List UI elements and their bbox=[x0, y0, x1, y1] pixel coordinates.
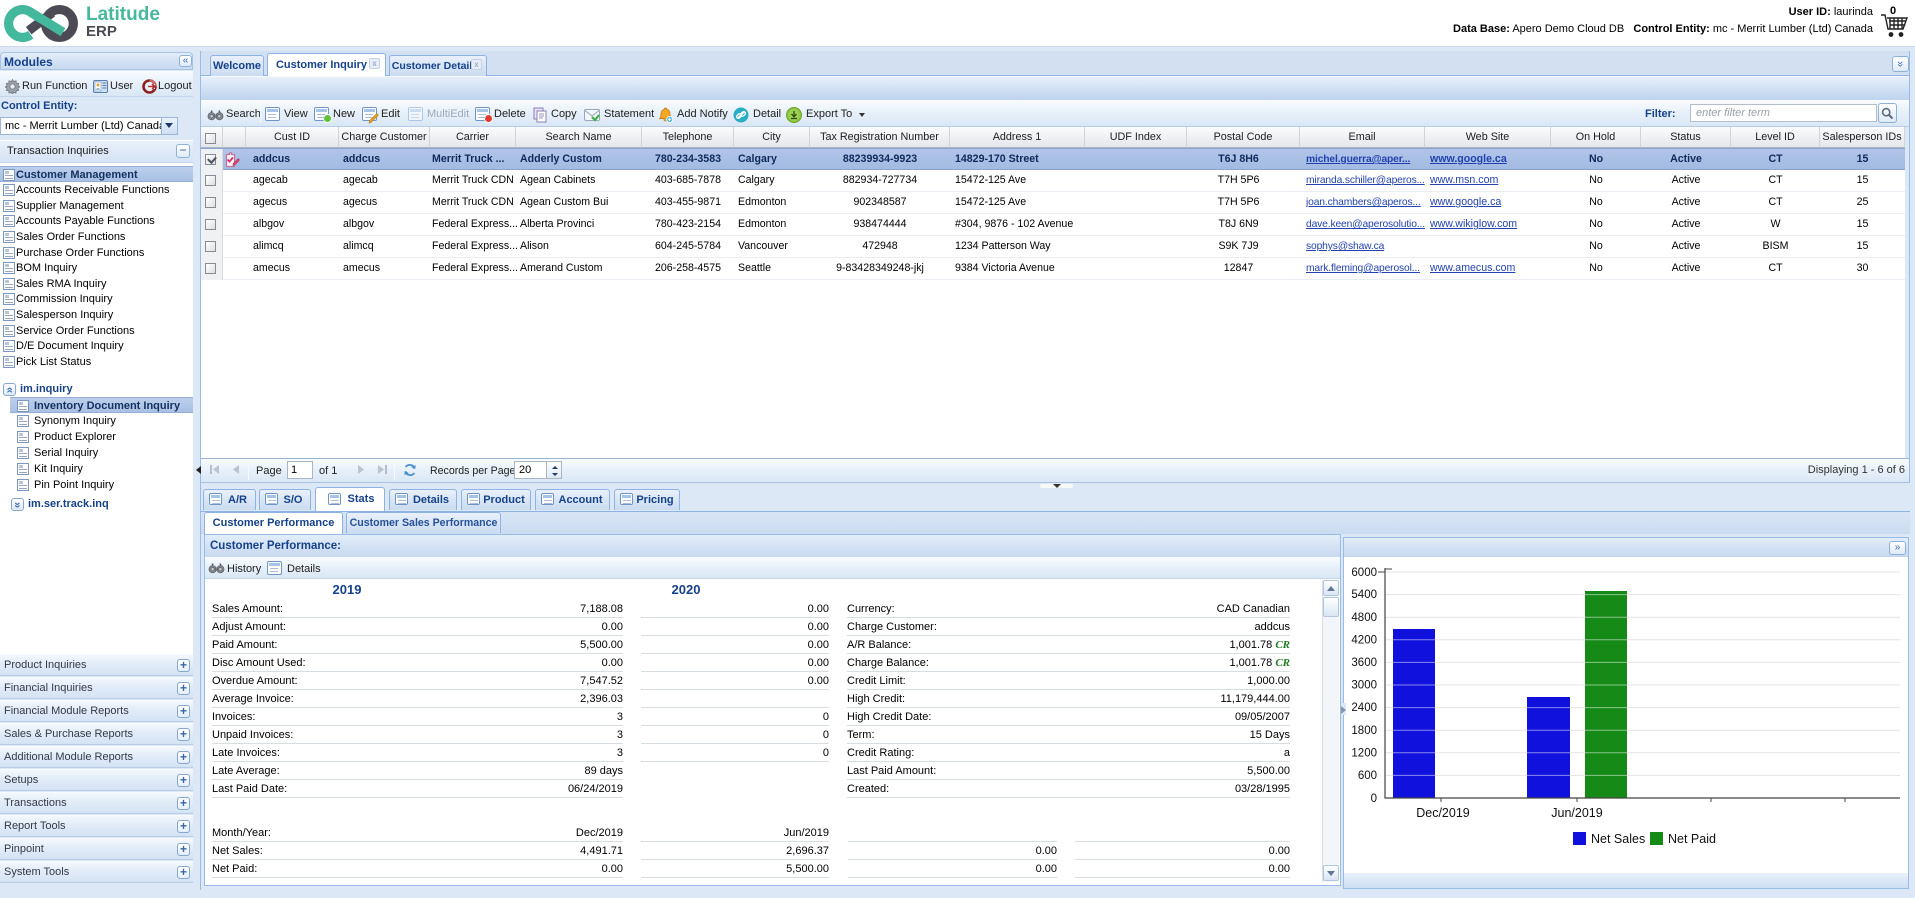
svg-text:3000: 3000 bbox=[1351, 680, 1377, 692]
svg-text:5400: 5400 bbox=[1351, 589, 1377, 601]
svg-text:Jun/2019: Jun/2019 bbox=[1551, 806, 1602, 820]
svg-text:4200: 4200 bbox=[1351, 634, 1377, 646]
svg-text:600: 600 bbox=[1358, 770, 1377, 782]
svg-text:1800: 1800 bbox=[1351, 725, 1377, 737]
svg-text:6000: 6000 bbox=[1351, 567, 1377, 579]
svg-text:Net Sales: Net Sales bbox=[1591, 832, 1645, 846]
svg-text:4800: 4800 bbox=[1351, 612, 1377, 624]
svg-text:3600: 3600 bbox=[1351, 657, 1377, 669]
svg-text:Net Paid: Net Paid bbox=[1668, 832, 1716, 846]
svg-text:2400: 2400 bbox=[1351, 702, 1377, 714]
svg-text:Dec/2019: Dec/2019 bbox=[1416, 806, 1470, 820]
svg-text:0: 0 bbox=[1371, 793, 1377, 805]
svg-text:1200: 1200 bbox=[1351, 747, 1377, 759]
